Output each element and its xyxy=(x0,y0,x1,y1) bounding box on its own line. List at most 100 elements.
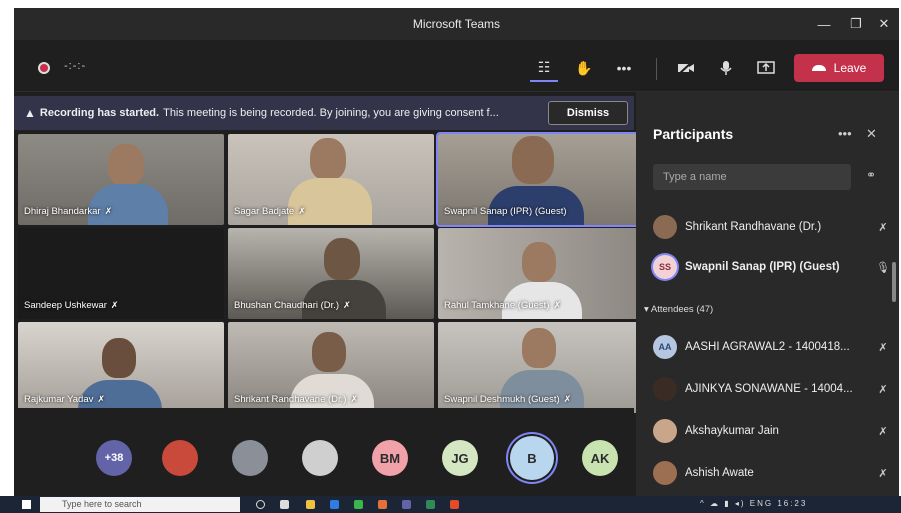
system-tray[interactable]: ^ ☁ ▮ ◂) ENG 16:23 xyxy=(700,499,807,508)
participant-name: Akshaykumar Jain xyxy=(685,425,779,437)
participant-name: Ashish Awate xyxy=(685,467,754,479)
mic-muted-icon: ✗ xyxy=(553,300,561,310)
participants-scrollbar[interactable] xyxy=(892,262,896,302)
whatsapp-icon[interactable] xyxy=(354,500,363,509)
participant-row[interactable]: Shrikant Randhavane (Dr.) ✗ xyxy=(653,210,893,244)
avatar[interactable] xyxy=(232,440,268,476)
share-invite-icon[interactable]: ⚭ xyxy=(866,168,876,182)
close-panel-icon[interactable]: ✕ xyxy=(866,126,877,142)
mic-muted-icon: ✗ xyxy=(298,206,306,216)
avatar xyxy=(653,461,677,485)
video-grid: Dhiraj Bhandarkar ✗ Sagar Badjate ✗ Swapni… xyxy=(18,132,646,413)
camera-off-icon[interactable] xyxy=(672,54,700,82)
participant-row[interactable]: Akshaykumar Jain ✗ xyxy=(653,414,893,448)
participant-name-tag: Swapnil Deshmukh (Guest) ✗ xyxy=(444,394,572,405)
avatar[interactable] xyxy=(302,440,338,476)
task-view-icon[interactable] xyxy=(280,500,289,509)
minimize-icon[interactable]: — xyxy=(806,8,842,40)
mic-muted-icon: ✗ xyxy=(110,300,119,310)
mic-muted-icon: ✗ xyxy=(878,425,888,438)
participant-name-tag: Swapnil Sanap (IPR) (Guest) xyxy=(444,206,567,217)
mic-icon[interactable] xyxy=(712,54,740,82)
excel-icon[interactable] xyxy=(426,500,435,509)
participant-avatar-strip: +38 BM JG B AK xyxy=(14,408,634,496)
mic-muted-icon: ✗ xyxy=(97,394,105,404)
video-tile[interactable]: Rajkumar Yadav ✗ xyxy=(18,322,224,413)
avatar xyxy=(653,215,677,239)
toolbar-divider xyxy=(656,58,657,80)
leave-button[interactable]: Leave xyxy=(794,54,884,82)
participant-name-tag: Bhushan Chaudhari (Dr.) ✗ xyxy=(234,300,351,311)
app-icon[interactable] xyxy=(378,500,387,509)
participant-row[interactable]: AJINKYA SONAWANE - 14004... ✗ xyxy=(653,372,893,406)
participant-row[interactable]: AA AASHI AGRAWAL2 - 1400418... ✗ xyxy=(653,330,893,364)
avatar[interactable]: AK xyxy=(582,440,618,476)
video-tile[interactable]: Shrikant Randhavane (Dr.) ✗ xyxy=(228,322,434,413)
window-title: Microsoft Teams xyxy=(412,17,501,31)
participant-row[interactable]: SS Swapnil Sanap (IPR) (Guest) 🎙 xyxy=(653,250,893,284)
participant-search-input[interactable]: Type a name xyxy=(653,164,851,190)
windows-start-icon[interactable] xyxy=(22,500,31,509)
teams-icon[interactable] xyxy=(402,500,411,509)
mic-muted-icon: ✗ xyxy=(878,341,888,354)
avatar xyxy=(653,419,677,443)
phone-hangup-icon xyxy=(811,65,826,71)
participant-name-tag: Shrikant Randhavane (Dr.) ✗ xyxy=(234,394,359,405)
participant-name: Shrikant Randhavane (Dr.) xyxy=(685,221,822,233)
more-participants-button[interactable]: +38 xyxy=(96,440,132,476)
recording-icon xyxy=(38,62,50,74)
video-tile[interactable]: Rahul Tamkhane (Guest) ✗ xyxy=(438,228,644,319)
participant-name-tag: Rahul Tamkhane (Guest) ✗ xyxy=(444,300,561,311)
warning-icon: ▲ xyxy=(24,106,36,120)
meeting-timer: -:-:- xyxy=(64,60,87,72)
participant-name-tag: Sandeep Ushkewar ✗ xyxy=(24,300,119,311)
avatar[interactable] xyxy=(162,440,198,476)
avatar[interactable]: BM xyxy=(372,440,408,476)
taskbar-search-input[interactable]: Type here to search xyxy=(40,497,240,512)
video-tile[interactable]: Bhushan Chaudhari (Dr.) ✗ xyxy=(228,228,434,319)
video-tile[interactable]: Swapnil Deshmukh (Guest) ✗ xyxy=(438,322,644,413)
cortana-icon[interactable] xyxy=(256,500,265,509)
more-icon[interactable]: ••• xyxy=(610,54,638,82)
banner-bold-text: Recording has started. xyxy=(39,107,160,119)
mic-muted-icon: ✗ xyxy=(878,383,888,396)
windows-taskbar: Type here to search ^ ☁ ▮ ◂) ENG 16:23 xyxy=(0,496,901,513)
close-icon[interactable]: ✕ xyxy=(866,8,899,40)
mic-muted-icon: ✗ xyxy=(563,394,572,404)
video-tile[interactable]: Sandeep Ushkewar ✗ xyxy=(18,228,224,319)
video-tile-speaking[interactable]: Swapnil Sanap (IPR) (Guest) xyxy=(436,132,646,227)
video-tile[interactable]: Sagar Badjate ✗ xyxy=(228,134,434,225)
avatar: AA xyxy=(653,335,677,359)
people-icon[interactable]: ☷ xyxy=(530,54,558,82)
file-explorer-icon[interactable] xyxy=(306,500,315,509)
leave-label: Leave xyxy=(833,61,867,75)
avatar-speaking[interactable]: B xyxy=(510,436,554,480)
dismiss-button[interactable]: Dismiss xyxy=(548,101,628,125)
participant-name-tag: Dhiraj Bhandarkar ✗ xyxy=(24,206,113,217)
banner-text: This meeting is being recorded. By joini… xyxy=(163,107,499,119)
mic-muted-icon: ✗ xyxy=(878,467,888,480)
participant-row[interactable]: Ashish Awate ✗ xyxy=(653,456,893,490)
panel-title: Participants xyxy=(653,126,734,142)
avatar[interactable]: JG xyxy=(442,440,478,476)
participant-name: Swapnil Sanap (IPR) (Guest) xyxy=(685,261,840,273)
more-icon[interactable]: ••• xyxy=(838,126,852,141)
participant-name-tag: Sagar Badjate ✗ xyxy=(234,206,306,217)
title-bar: Microsoft Teams — ❐ ✕ xyxy=(14,8,899,40)
avatar: SS xyxy=(653,255,677,279)
participant-name: AASHI AGRAWAL2 - 1400418... xyxy=(685,341,850,353)
video-tile[interactable]: Dhiraj Bhandarkar ✗ xyxy=(18,134,224,225)
raise-hand-icon[interactable]: ✋ xyxy=(570,54,598,82)
participants-panel: Participants ••• ✕ Type a name ⚭ Shrikan… xyxy=(636,92,899,496)
edge-icon[interactable] xyxy=(330,500,339,509)
share-screen-icon[interactable] xyxy=(752,54,780,82)
avatar xyxy=(653,377,677,401)
recording-banner: ▲ Recording has started. This meeting is… xyxy=(14,96,634,130)
attendees-section-header[interactable]: ▾ Attendees (47) xyxy=(644,304,713,315)
mic-muted-icon: ✗ xyxy=(878,221,888,234)
chrome-icon[interactable] xyxy=(450,500,459,509)
mic-muted-icon: ✗ xyxy=(350,394,359,404)
mic-muted-icon: ✗ xyxy=(343,300,351,310)
teams-window: Microsoft Teams — ❐ ✕ -:-:- ☷ ✋ ••• Leav… xyxy=(14,8,899,496)
mic-icon: 🎙 xyxy=(876,261,890,274)
